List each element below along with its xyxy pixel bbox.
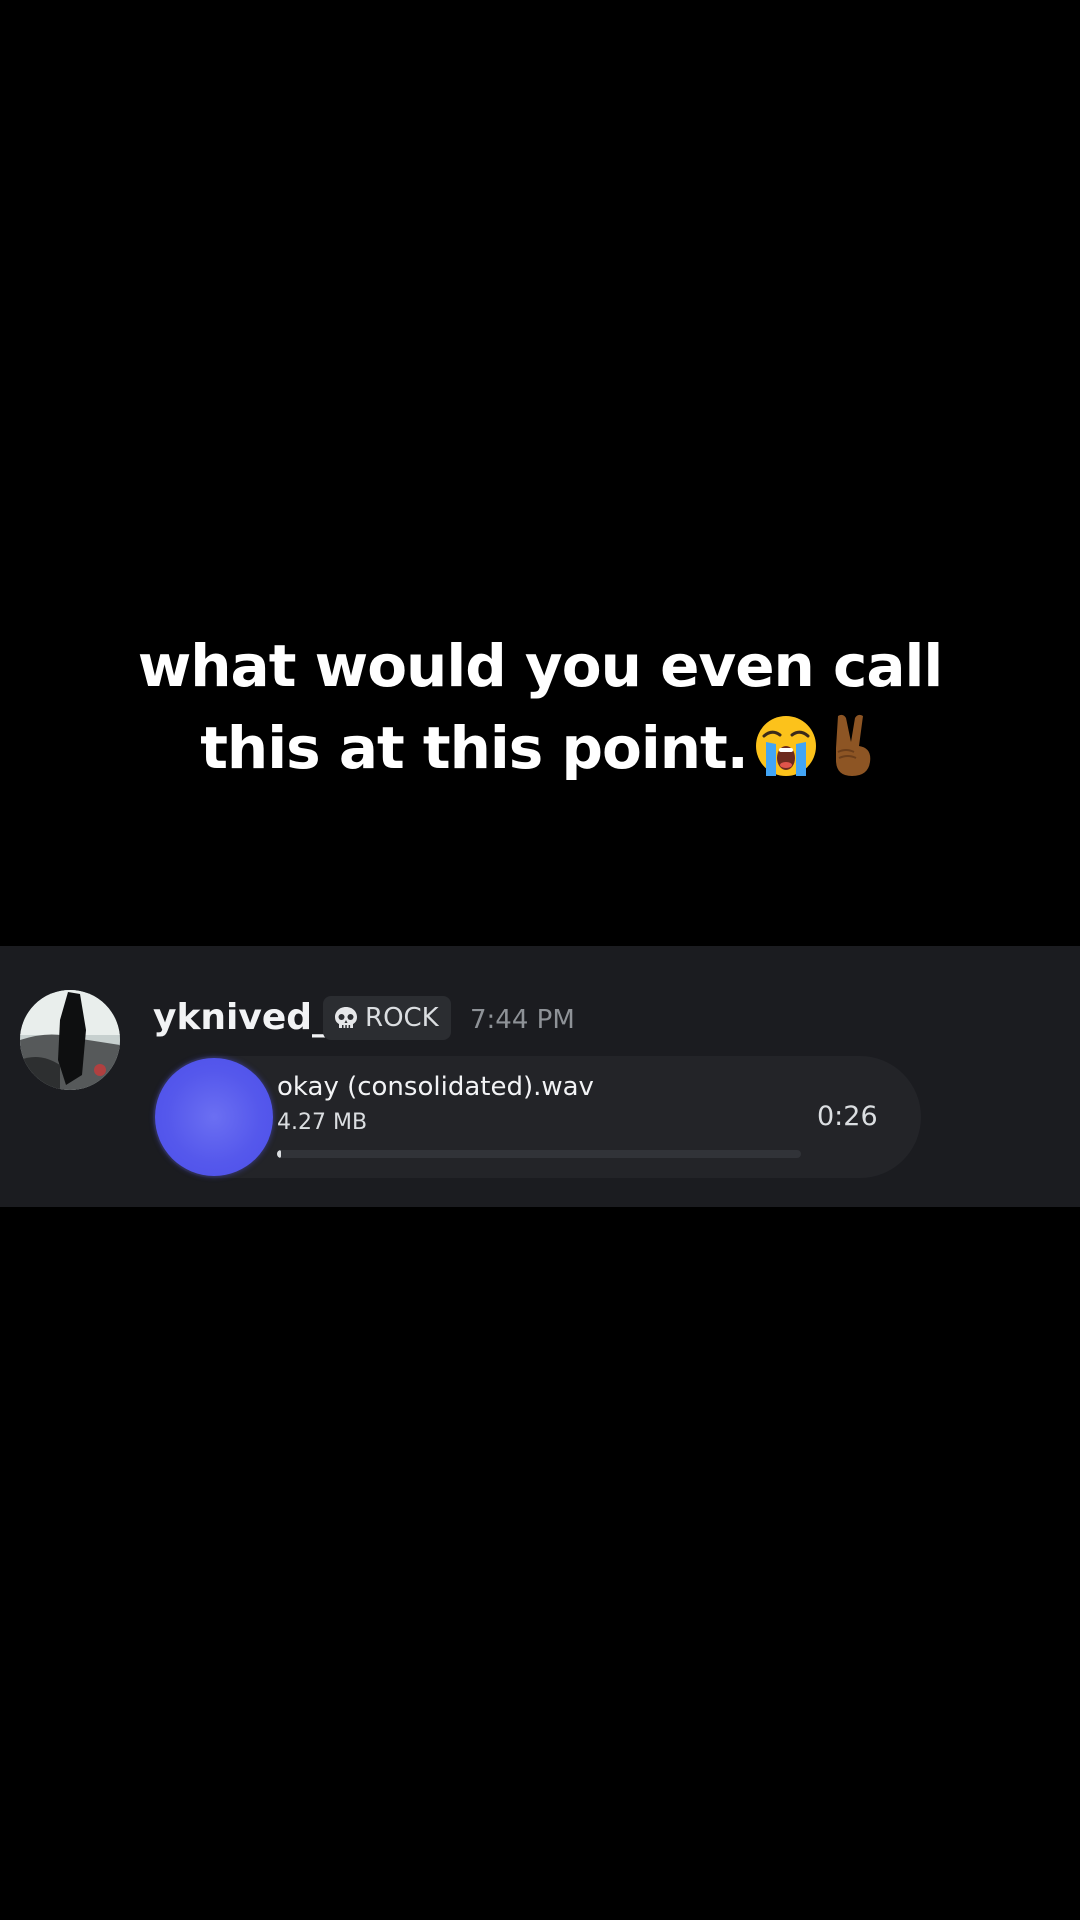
play-button[interactable] (155, 1058, 273, 1176)
video-caption: what would you even call this at this po… (0, 625, 1080, 799)
username[interactable]: yknived_ (153, 996, 330, 1040)
role-tag[interactable]: ROCK (323, 996, 451, 1040)
audio-progress-bar[interactable] (277, 1150, 801, 1158)
caption-line-1: what would you even call (137, 632, 944, 700)
caption-line-2: this at this point. (0, 707, 1080, 799)
audio-duration: 0:26 (817, 1101, 878, 1132)
message-timestamp: 7:44 PM (470, 1005, 575, 1035)
avatar[interactable] (20, 990, 120, 1090)
file-name[interactable]: okay (consolidated).wav (277, 1070, 594, 1104)
audio-attachment: okay (consolidated).wav 4.27 MB 0:26 (153, 1056, 921, 1178)
audio-progress-fill (277, 1150, 281, 1158)
victory-hand-icon (824, 712, 880, 799)
file-size: 4.27 MB (277, 1110, 368, 1135)
loudly-crying-face-icon (754, 714, 818, 799)
skull-icon (333, 1005, 359, 1031)
role-label: ROCK (365, 1003, 439, 1033)
caption-line-2-text: this at this point. (200, 714, 749, 782)
